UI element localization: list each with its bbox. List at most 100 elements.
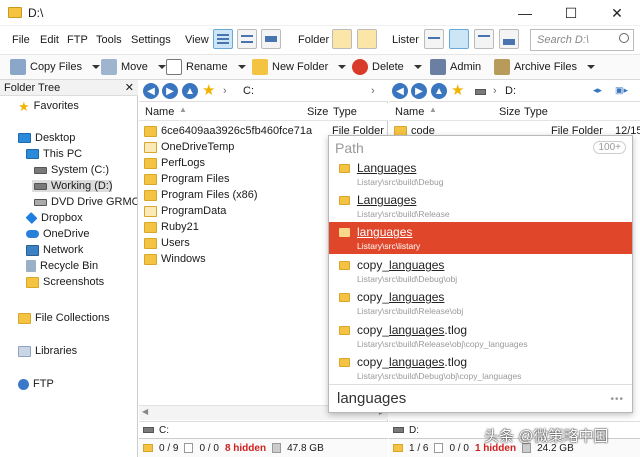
search-result-row[interactable]: copy_languages.tlog Listary\src\build\Deb…	[329, 352, 632, 384]
left-hidden-count: 8 hidden	[224, 442, 267, 454]
view-thumbnails-icon[interactable]	[261, 29, 281, 49]
left-nav-bar: ◀ ▶ ▲ ★ › C: ›	[139, 80, 388, 102]
back-arrow-icon[interactable]: ◀	[392, 83, 408, 99]
folder-icon	[144, 141, 157, 153]
globe-icon	[18, 378, 29, 390]
result-path: Listary\src\build\Debug\obj\copy_languag…	[357, 371, 522, 381]
menu-edit[interactable]: Edit	[40, 34, 59, 46]
search-result-row[interactable]: Languages Listary\src\build\Debug	[329, 158, 632, 190]
result-name: copy_languages	[357, 290, 444, 304]
view-details-icon[interactable]	[213, 29, 233, 49]
tree-item-ftp[interactable]: FTP	[18, 378, 54, 390]
menu-view[interactable]: View	[185, 34, 209, 46]
folder-tabs-icon[interactable]	[357, 29, 377, 49]
tree-item-label: File Collections	[35, 312, 110, 324]
close-icon[interactable]: ✕	[125, 81, 134, 94]
archive-files-button[interactable]: Archive Files	[494, 58, 595, 76]
rename-button[interactable]: Rename	[166, 58, 246, 76]
pane-options-icon[interactable]: ▣▸	[615, 85, 628, 96]
delete-button[interactable]: Delete	[352, 58, 422, 76]
col-size[interactable]: Size	[307, 106, 328, 118]
lister-tree-icon[interactable]	[474, 29, 494, 49]
search-result-row[interactable]: copy_languages.tlog Listary\src\build\Rel…	[329, 320, 632, 352]
search-input[interactable]: Search D:\	[530, 29, 634, 51]
col-name[interactable]: Name	[395, 106, 424, 118]
tree-item-recycle-bin[interactable]: Recycle Bin	[26, 260, 98, 272]
desktop-icon	[18, 133, 31, 143]
up-arrow-icon[interactable]: ▲	[182, 83, 198, 99]
copy-files-button[interactable]: Copy Files	[10, 58, 100, 76]
maximize-button[interactable]: ☐	[548, 0, 594, 26]
menu-settings[interactable]: Settings	[131, 34, 171, 46]
lister-single-icon[interactable]	[424, 29, 444, 49]
folder-icon	[339, 164, 350, 173]
close-button[interactable]: ✕	[594, 0, 640, 26]
tree-item-this-pc[interactable]: This PC	[26, 148, 82, 160]
window-title: D:\	[28, 6, 44, 20]
file-row[interactable]: OneDriveTemp	[144, 139, 234, 155]
lister-viewer-icon[interactable]	[499, 29, 519, 49]
tree-item-network[interactable]: Network	[26, 244, 83, 256]
lister-dual-icon[interactable]	[449, 29, 469, 49]
col-size[interactable]: Size	[499, 106, 520, 118]
forward-arrow-icon[interactable]: ▶	[162, 83, 178, 99]
file-row[interactable]: PerfLogs	[144, 155, 205, 171]
col-type[interactable]: Type	[333, 106, 357, 118]
tree-item-libraries[interactable]: Libraries	[18, 345, 77, 357]
scroll-left-icon[interactable]: ◀	[142, 407, 148, 416]
tree-item-dropbox[interactable]: Dropbox	[25, 212, 83, 224]
tree-item-desktop[interactable]: Desktop	[18, 132, 75, 144]
new-folder-button[interactable]: New Folder	[252, 58, 347, 76]
search-result-row[interactable]: copy_languages Listary\src\build\Debug\ob…	[329, 255, 632, 287]
tree-item-screenshots[interactable]: Screenshots	[26, 276, 104, 288]
breadcrumb-chevron-icon: ›	[493, 85, 497, 97]
tree-item-file-collections[interactable]: File Collections	[18, 312, 110, 324]
move-button[interactable]: Move	[101, 58, 166, 76]
file-row[interactable]: Program Files	[144, 171, 229, 187]
file-row[interactable]: Windows	[144, 251, 206, 267]
menu-ftp[interactable]: FTP	[67, 34, 88, 46]
left-breadcrumb-path[interactable]: C:	[243, 85, 254, 97]
file-name: 6ce6409aa3926c5fb460fce71a	[161, 125, 313, 137]
back-arrow-icon[interactable]: ◀	[143, 83, 159, 99]
search-result-row[interactable]: languages Listary\src\listary	[329, 222, 632, 254]
query-input[interactable]: languages	[337, 390, 406, 407]
col-type[interactable]: Type	[524, 106, 548, 118]
search-result-row[interactable]: copy_languages Listary\src\build\Release\…	[329, 287, 632, 319]
more-options-icon[interactable]: •••	[610, 394, 624, 405]
result-name-prefix: copy_	[357, 290, 390, 304]
left-path-field[interactable]: C:	[139, 421, 388, 438]
menu-tools[interactable]: Tools	[96, 34, 122, 46]
admin-button[interactable]: Admin	[430, 58, 481, 76]
forward-arrow-icon[interactable]: ▶	[411, 83, 427, 99]
favorite-star-icon[interactable]: ★	[451, 83, 464, 98]
favorite-star-icon[interactable]: ★	[202, 83, 215, 98]
minimize-button[interactable]: —	[502, 0, 548, 26]
file-row[interactable]: 6ce6409aa3926c5fb460fce71a	[144, 123, 312, 139]
tree-item-working-d[interactable]: Working (D:)	[32, 180, 113, 192]
col-name[interactable]: Name	[145, 106, 174, 118]
search-result-row[interactable]: Languages Listary\src\build\Release	[329, 190, 632, 222]
tree-item-favorites[interactable]: ★ Favorites	[18, 100, 79, 113]
tree-item-onedrive[interactable]: OneDrive	[26, 228, 89, 240]
file-row[interactable]: Program Files (x86)	[144, 187, 258, 203]
folder-icon	[144, 189, 157, 201]
file-name: Ruby21	[161, 221, 199, 233]
tree-item-dvd-drive[interactable]: DVD Drive GRMCUL	[34, 196, 137, 208]
menu-file[interactable]: File	[12, 34, 30, 46]
history-arrows-icon[interactable]: ◂▸	[593, 85, 602, 96]
file-name: Program Files	[161, 173, 230, 185]
popup-header: Path	[335, 140, 364, 156]
result-name-suffix: .tlog	[444, 323, 468, 337]
file-row[interactable]: Users	[144, 235, 190, 251]
drive-icon	[475, 89, 486, 95]
file-row[interactable]: Ruby21	[144, 219, 199, 235]
result-name: Languages	[357, 193, 416, 207]
view-list-icon[interactable]	[237, 29, 257, 49]
tree-item-system-c[interactable]: System (C:)	[34, 164, 109, 176]
folder-options-icon[interactable]	[332, 29, 352, 49]
up-arrow-icon[interactable]: ▲	[431, 83, 447, 99]
right-breadcrumb-path[interactable]: D:	[505, 85, 516, 97]
chevron-down-icon	[338, 65, 347, 69]
file-row[interactable]: ProgramData	[144, 203, 226, 219]
